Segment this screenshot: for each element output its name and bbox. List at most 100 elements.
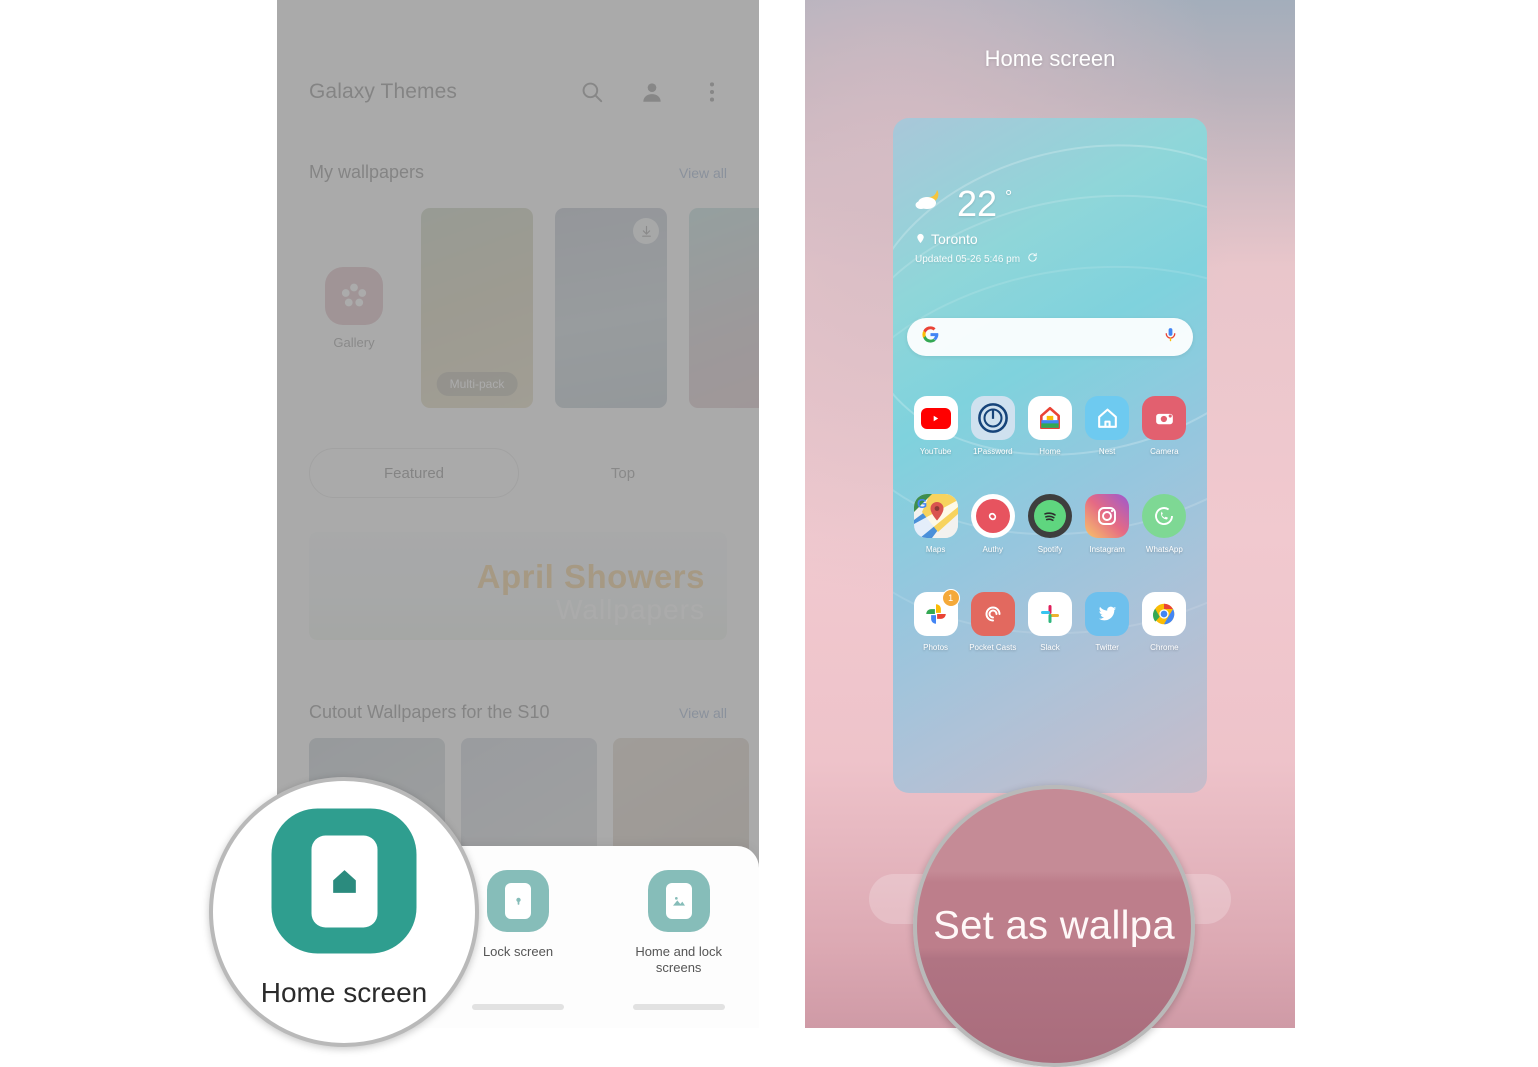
app-label: WhatsApp (1145, 545, 1183, 554)
app-label: Authy (982, 545, 1004, 554)
option-label: Lock screen (482, 944, 554, 959)
pocket-casts-icon (970, 592, 1015, 636)
app-label: Nest (1098, 447, 1116, 456)
section-title: Cutout Wallpapers for the S10 (309, 702, 550, 722)
callout-label: Home screen (260, 977, 428, 1008)
camera-icon (1142, 396, 1187, 440)
app-photos[interactable]: 1 Photos (910, 589, 962, 652)
app-bar-actions (579, 79, 725, 105)
gallery-flower-icon (325, 266, 383, 325)
instagram-icon (1085, 494, 1130, 538)
overflow-menu-icon[interactable] (699, 79, 725, 105)
app-authy[interactable]: Authy (967, 494, 1019, 554)
youtube-icon (913, 396, 958, 440)
wallpaper-thumbnail[interactable] (555, 208, 667, 408)
page-title: Galaxy Themes (309, 80, 457, 103)
account-icon[interactable] (639, 79, 665, 105)
app-grid: YouTube 1Password Home Nest Camera G Map… (893, 396, 1207, 652)
app-maps[interactable]: G Maps (910, 494, 962, 554)
google-g-icon (921, 325, 940, 349)
wallpaper-thumbnail[interactable] (689, 208, 759, 408)
cutout-thumbnail[interactable] (613, 738, 749, 858)
callout-magnifier-home-screen: Home screen (209, 777, 479, 1047)
banner-title: April Showers (476, 558, 705, 595)
preview-title: Home screen (984, 46, 1116, 71)
google-search-bar[interactable] (907, 318, 1193, 356)
section-header-cutout-wallpapers: Cutout Wallpapers for the S10 View all (309, 702, 727, 723)
app-label: YouTube (919, 447, 952, 456)
app-camera[interactable]: Camera (1138, 396, 1190, 456)
slack-icon (1027, 592, 1072, 636)
app-label: Camera (1150, 447, 1179, 456)
app-1password[interactable]: 1Password (967, 396, 1019, 456)
app-label: Pocket Casts (969, 643, 1017, 652)
app-instagram[interactable]: Instagram (1081, 494, 1133, 554)
whatsapp-icon (1142, 494, 1187, 538)
partly-cloudy-night-icon (915, 186, 949, 217)
download-icon[interactable] (633, 218, 659, 244)
image-icon (647, 870, 710, 932)
notification-badge: 1 (941, 589, 960, 607)
google-home-icon (1027, 396, 1072, 440)
app-pocket-casts[interactable]: Pocket Casts (967, 592, 1019, 652)
weather-updated-text: Updated 05-26 5:46 pm (915, 253, 1021, 265)
weather-widget[interactable]: 22 ° Toronto Updated 05-26 5:46 pm (915, 186, 1038, 266)
app-label: 1Password (972, 447, 1013, 456)
app-bar: Galaxy Themes (277, 58, 759, 126)
authy-icon (970, 494, 1015, 538)
microphone-icon[interactable] (1162, 326, 1179, 348)
wallpaper-thumbnail[interactable]: Multi-pack (421, 208, 533, 408)
weather-temp-row: 22 ° (915, 186, 1038, 222)
home-icon-inner (311, 835, 377, 927)
app-label: Instagram (1089, 545, 1125, 554)
app-spotify[interactable]: Spotify (1024, 494, 1076, 554)
banner-subtitle: Wallpapers (555, 594, 705, 625)
promo-banner[interactable]: April Showers Wallpapers (309, 532, 727, 640)
chrome-icon (1142, 592, 1187, 636)
spotify-icon (1027, 494, 1072, 538)
weather-updated-row: Updated 05-26 5:46 pm (915, 252, 1038, 266)
app-whatsapp[interactable]: WhatsApp (1138, 494, 1190, 554)
view-all-link[interactable]: View all (679, 705, 727, 721)
gallery-label: Gallery (333, 334, 375, 350)
indicator-bar (632, 1004, 725, 1010)
app-nest[interactable]: Nest (1081, 396, 1133, 456)
app-row: YouTube 1Password Home Nest Camera (893, 396, 1207, 456)
callout-magnifier-set-as-wallpaper: Set as wallpa (913, 785, 1195, 1067)
app-home[interactable]: Home (1024, 396, 1076, 456)
search-icon[interactable] (579, 79, 605, 105)
screenshot-stage: Galaxy Themes My wallpapers View all Gal… (0, 0, 1538, 1067)
multi-pack-badge: Multi-pack (436, 372, 518, 396)
view-all-link[interactable]: View all (679, 165, 727, 181)
cutout-thumbnail[interactable] (461, 738, 597, 858)
app-twitter[interactable]: Twitter (1081, 592, 1133, 652)
app-label: Twitter (1095, 643, 1119, 652)
app-youtube[interactable]: YouTube (910, 396, 962, 456)
weather-temperature: 22 (957, 183, 998, 224)
section-title: My wallpapers (309, 162, 425, 182)
svg-text:G: G (917, 496, 927, 511)
refresh-icon[interactable] (1027, 252, 1038, 266)
gallery-item[interactable]: Gallery (309, 266, 399, 350)
tab-top[interactable]: Top (519, 448, 727, 498)
section-header-my-wallpapers: My wallpapers View all (309, 162, 727, 183)
app-label: Chrome (1150, 643, 1179, 652)
app-chrome[interactable]: Chrome (1138, 592, 1190, 652)
1password-icon (970, 396, 1015, 440)
twitter-icon (1085, 592, 1130, 636)
tab-featured[interactable]: Featured (309, 448, 519, 498)
weather-location: Toronto (931, 231, 978, 247)
category-tabs: Featured Top (309, 448, 727, 498)
app-slack[interactable]: Slack (1024, 592, 1076, 652)
app-label: Photos (923, 643, 949, 652)
location-pin-icon (915, 231, 926, 247)
wallpaper-preview-card[interactable]: 22 ° Toronto Updated 05-26 5:46 pm YouTu… (893, 118, 1207, 793)
option-home-and-lock-screens[interactable]: Home and lock screens (598, 870, 759, 977)
indicator-bar (472, 1004, 564, 1010)
app-row: 1 Photos Pocket Casts Slack Twitter Chro… (893, 589, 1207, 652)
google-maps-icon: G (913, 494, 958, 538)
indicator-cell (598, 1004, 759, 1010)
option-label: Home and lock screens (635, 944, 723, 976)
home-icon (271, 808, 417, 954)
lock-icon (487, 870, 549, 932)
